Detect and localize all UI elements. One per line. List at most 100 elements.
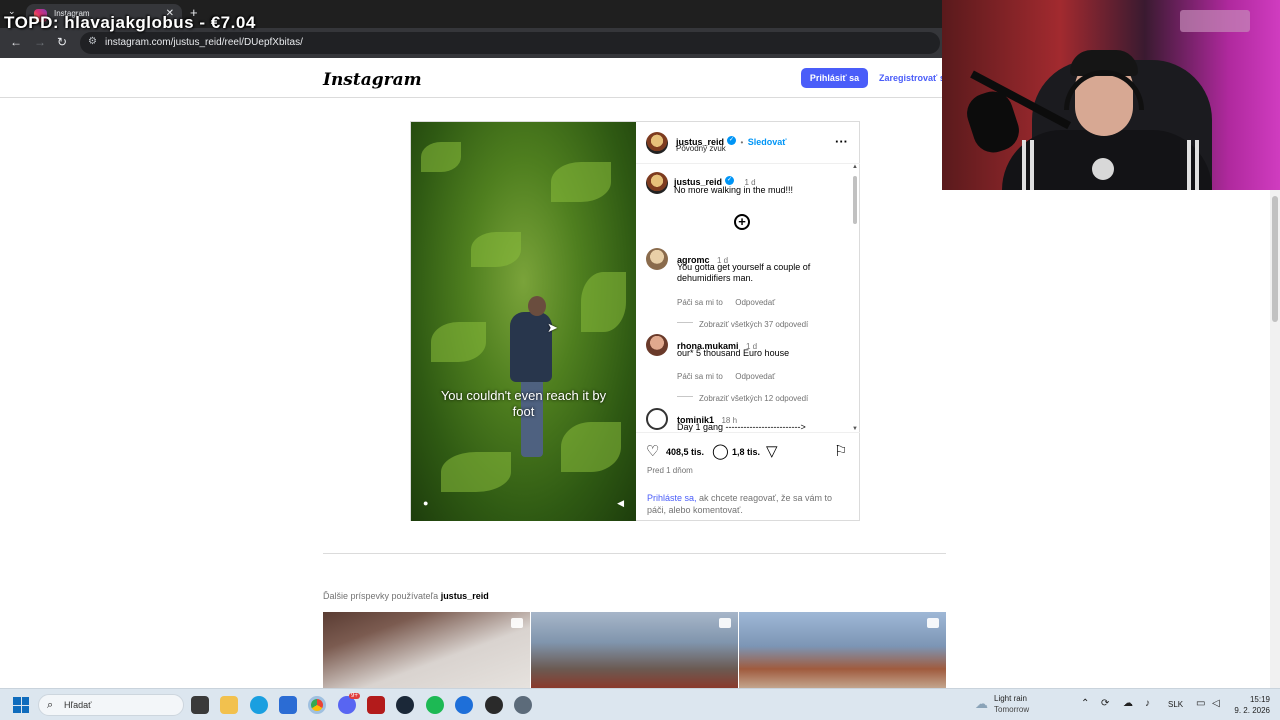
reel-icon bbox=[511, 618, 523, 628]
login-button[interactable]: Prihlásiť sa bbox=[801, 68, 868, 88]
caption-text: No more walking in the mud!!! bbox=[674, 185, 794, 195]
post-thumbnail[interactable] bbox=[531, 612, 738, 688]
air-conditioner bbox=[1180, 10, 1250, 32]
post-thumbnail[interactable] bbox=[739, 612, 946, 688]
comment-count: 1,8 tis. bbox=[732, 447, 761, 457]
comment-text: Day 1 gang -------------------------> bbox=[677, 422, 806, 432]
url-text[interactable]: instagram.com/justus_reid/reel/DUepfXbit… bbox=[105, 37, 303, 48]
search-placeholder: Hľadať bbox=[64, 700, 92, 710]
comment-text: You gotta get yourself a couple of dehum… bbox=[677, 262, 811, 283]
weather-condition: Light rain bbox=[994, 694, 1027, 703]
settings-icon[interactable] bbox=[514, 696, 532, 714]
section-divider bbox=[323, 553, 946, 554]
comment-icon[interactable]: ◯ bbox=[712, 442, 729, 460]
post-thumbnail[interactable] bbox=[323, 612, 530, 688]
reply-line bbox=[677, 396, 693, 398]
spotify-icon[interactable] bbox=[426, 696, 444, 714]
app-icon[interactable] bbox=[485, 696, 503, 714]
steam-icon[interactable] bbox=[396, 696, 414, 714]
view-replies[interactable]: Zobraziť všetkých 12 odpovedí bbox=[699, 394, 808, 403]
instagram-logo[interactable]: Instagram bbox=[323, 70, 422, 90]
comment-likes[interactable]: Páči sa mi to bbox=[677, 298, 723, 307]
scroll-up-icon[interactable]: ▲ bbox=[852, 164, 858, 170]
post-sidebar: justus_reid ✓ • Sledovať Pôvodný zvuk ···… bbox=[636, 122, 860, 521]
load-more-icon[interactable]: + bbox=[734, 214, 750, 230]
view-replies[interactable]: Zobraziť všetkých 37 odpovedí bbox=[699, 320, 808, 329]
app-icon[interactable] bbox=[455, 696, 473, 714]
more-posts-heading: Ďalšie príspevky používateľa justus_reid bbox=[323, 591, 489, 601]
reload-icon[interactable]: ↻ bbox=[57, 35, 67, 49]
verified-icon: ✓ bbox=[727, 136, 737, 146]
chrome-icon[interactable] bbox=[308, 696, 326, 714]
more-posts-user[interactable]: justus_reid bbox=[441, 591, 489, 601]
back-icon[interactable]: ← bbox=[10, 35, 22, 49]
person-head bbox=[528, 296, 546, 316]
reply-line bbox=[677, 322, 693, 324]
shirt-logo bbox=[1092, 158, 1114, 180]
person-body bbox=[510, 312, 552, 382]
search-icon: ⌕ bbox=[47, 699, 54, 711]
reply-button[interactable]: Odpovedať bbox=[735, 298, 775, 307]
save-icon[interactable]: ⚐ bbox=[834, 442, 847, 460]
volume-icon[interactable]: ◁ bbox=[1212, 698, 1220, 709]
post-date: Pred 1 dňom bbox=[647, 466, 693, 475]
page-scroll-thumb[interactable] bbox=[1272, 196, 1278, 322]
more-options-icon[interactable]: ··· bbox=[835, 134, 848, 149]
comment-avatar[interactable] bbox=[646, 248, 668, 270]
tagged-user-icon[interactable]: ● bbox=[423, 498, 428, 508]
verified-icon: ✓ bbox=[725, 176, 735, 186]
like-icon[interactable]: ♡ bbox=[646, 442, 659, 460]
reel-icon bbox=[719, 618, 731, 628]
more-posts-prefix: Ďalšie príspevky používateľa bbox=[323, 591, 441, 601]
forward-icon[interactable]: → bbox=[34, 35, 46, 49]
mic-icon[interactable]: ♪ bbox=[1145, 698, 1150, 709]
task-view-icon[interactable] bbox=[191, 696, 209, 714]
video-caption: You couldn't even reach it by foot bbox=[440, 388, 607, 419]
stream-overlay-text: TOPD: hlavajakglobus - €7.04 bbox=[4, 13, 256, 32]
file-explorer-icon[interactable] bbox=[220, 696, 238, 714]
author-avatar[interactable] bbox=[646, 132, 668, 154]
reel-icon bbox=[927, 618, 939, 628]
tray-overflow-icon[interactable]: ⌃ bbox=[1081, 698, 1089, 709]
address-bar[interactable]: ⚙ instagram.com/justus_reid/reel/DUepfXb… bbox=[80, 32, 940, 54]
site-info-icon[interactable]: ⚙ bbox=[88, 36, 97, 47]
comment-avatar[interactable] bbox=[646, 408, 668, 430]
audio-label[interactable]: Pôvodný zvuk bbox=[676, 144, 726, 153]
comment-avatar[interactable] bbox=[646, 334, 668, 356]
webcam-overlay bbox=[942, 0, 1280, 190]
separator-dot: • bbox=[740, 138, 744, 147]
post-card: You couldn't even reach it by foot ➤ ● ◀… bbox=[410, 121, 860, 521]
rain-cloud-icon: ☁ bbox=[975, 696, 988, 711]
like-count[interactable]: 408,5 tis. bbox=[666, 447, 704, 457]
weather-day: Tomorrow bbox=[994, 705, 1030, 714]
comments-section[interactable]: justus_reid ✓ 1 d No more walking in the … bbox=[636, 164, 860, 432]
post-actions: ♡ 408,5 tis. ◯ 1,8 tis. ▽ ⚐ Pred 1 dňom … bbox=[636, 432, 860, 521]
comments-scroll-thumb[interactable] bbox=[853, 176, 857, 224]
clock[interactable]: 15:19 9. 2. 2026 bbox=[1230, 694, 1270, 716]
app-icon[interactable] bbox=[367, 696, 385, 714]
windows-taskbar: ⌕ Hľadať 9+ ☁ Light rain Tomorrow ⌃ ⟳ ☁ … bbox=[0, 688, 1280, 720]
edge-icon[interactable] bbox=[250, 696, 268, 714]
display-icon[interactable]: ▭ bbox=[1196, 698, 1205, 709]
share-icon[interactable]: ▽ bbox=[766, 442, 778, 460]
reel-video[interactable]: You couldn't even reach it by foot ➤ ● ◀ bbox=[411, 122, 636, 521]
sync-icon[interactable]: ⟳ bbox=[1101, 698, 1109, 709]
discord-badge: 9+ bbox=[349, 693, 360, 699]
signup-link[interactable]: Zaregistrovať sa bbox=[879, 73, 950, 83]
follow-button[interactable]: Sledovať bbox=[748, 137, 787, 147]
instagram-header: Instagram Prihlásiť sa Zaregistrovať sa bbox=[0, 58, 950, 98]
reply-button[interactable]: Odpovedať bbox=[735, 372, 775, 381]
cloud-icon[interactable]: ☁ bbox=[1123, 698, 1133, 709]
login-prompt: Prihláste sa, ak chcete reagovať, že sa … bbox=[647, 492, 847, 516]
caption-avatar[interactable] bbox=[646, 172, 668, 194]
windows-start-icon[interactable] bbox=[13, 697, 29, 713]
store-icon[interactable] bbox=[279, 696, 297, 714]
login-link[interactable]: Prihláste sa, bbox=[647, 493, 697, 503]
mute-icon[interactable]: ◀ bbox=[617, 498, 624, 509]
post-header: justus_reid ✓ • Sledovať Pôvodný zvuk ··· bbox=[636, 122, 860, 164]
taskbar-search[interactable]: ⌕ Hľadať bbox=[38, 694, 184, 716]
clock-time: 15:19 bbox=[1249, 695, 1270, 704]
language-indicator[interactable]: SLK bbox=[1168, 700, 1183, 709]
comment-text: our* 5 thousand Euro house bbox=[677, 348, 790, 358]
comment-likes[interactable]: Páči sa mi to bbox=[677, 372, 723, 381]
